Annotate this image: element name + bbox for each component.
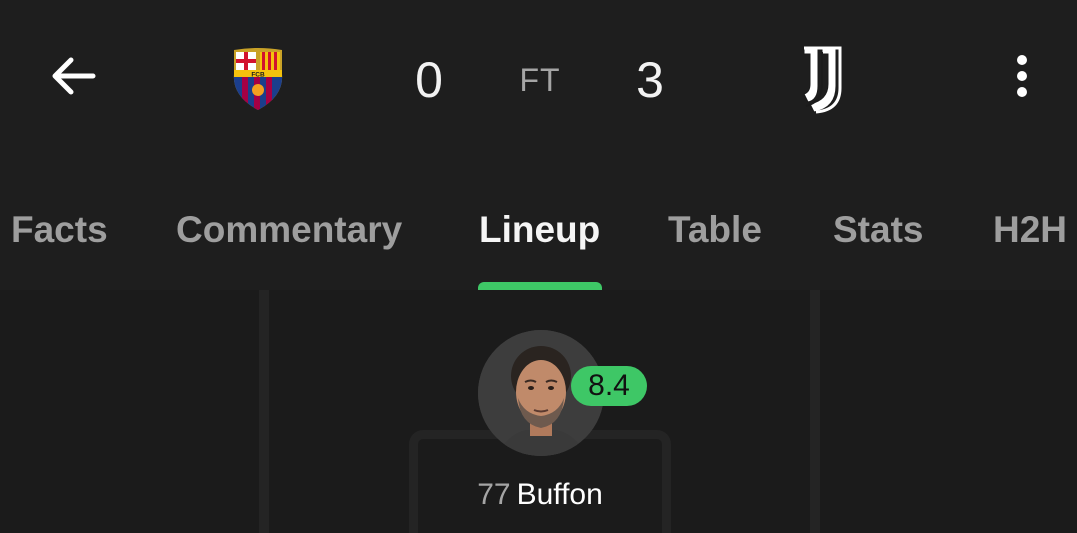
pitch-line xyxy=(259,290,269,533)
player-number: 77 xyxy=(477,478,511,511)
tab-table[interactable]: Table xyxy=(668,200,762,260)
home-score: 0 xyxy=(415,52,443,108)
more-options-button[interactable] xyxy=(992,46,1052,106)
away-team-crest[interactable] xyxy=(796,44,848,114)
player-name-label[interactable]: 77 Buffon xyxy=(409,478,671,512)
pitch-line xyxy=(810,290,820,533)
away-score: 3 xyxy=(636,52,664,108)
tab-h2h[interactable]: H2H xyxy=(993,200,1067,260)
tab-facts[interactable]: Facts xyxy=(11,200,108,260)
match-header: FCB 0 FT 3 Facts Commentary Lineup Table… xyxy=(0,0,1077,290)
more-vertical-icon xyxy=(1017,55,1027,97)
home-team-crest[interactable]: FCB xyxy=(226,44,290,112)
tab-commentary[interactable]: Commentary xyxy=(176,200,402,260)
match-tabs: Facts Commentary Lineup Table Stats H2H xyxy=(0,190,1077,290)
back-button[interactable] xyxy=(44,46,104,106)
tab-lineup[interactable]: Lineup xyxy=(479,200,600,260)
arrow-left-icon xyxy=(52,57,96,95)
crest-text: FCB xyxy=(251,72,265,79)
match-screen: FCB 0 FT 3 Facts Commentary Lineup Table… xyxy=(0,0,1077,533)
active-tab-indicator xyxy=(478,282,602,290)
lineup-pitch: 8.4 77 Buffon xyxy=(0,290,1077,533)
match-status: FT xyxy=(519,62,561,98)
player-rating-badge: 8.4 xyxy=(571,366,647,406)
tab-stats[interactable]: Stats xyxy=(833,200,923,260)
player-goalkeeper[interactable]: 8.4 xyxy=(478,330,647,456)
player-name: Buffon xyxy=(516,478,603,511)
